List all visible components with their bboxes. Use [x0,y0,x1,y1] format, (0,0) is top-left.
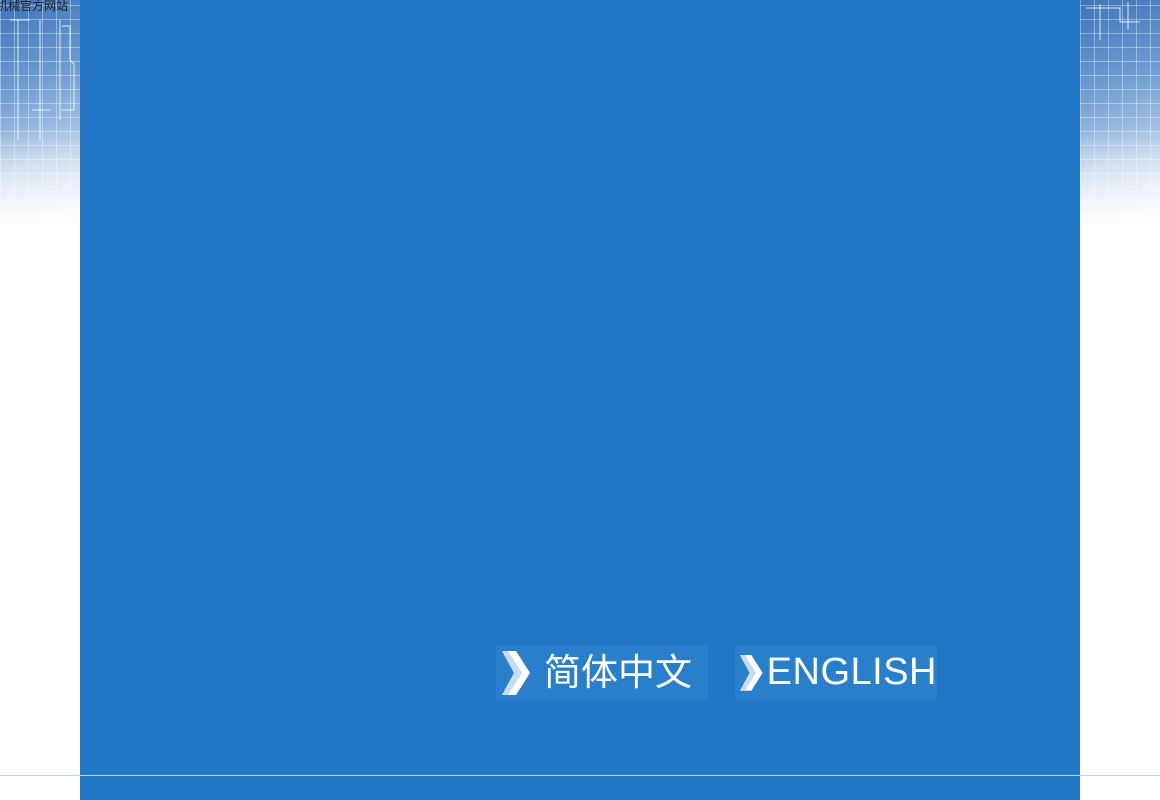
site-title: 机械官方网站 [0,0,69,13]
blueprint-background-right [1080,0,1160,230]
language-english-button[interactable]: ENGLISH [735,645,937,700]
language-chinese-label: 简体中文 [544,651,692,694]
footer-divider [0,775,1160,776]
chevron-right-icon [739,655,763,691]
chevron-right-icon [502,651,530,695]
language-chinese-button[interactable]: 简体中文 [496,645,708,700]
blueprint-background-left [0,0,80,230]
main-panel: 简体中文 ENGLISH [80,0,1080,800]
language-english-label: ENGLISH [766,651,937,693]
